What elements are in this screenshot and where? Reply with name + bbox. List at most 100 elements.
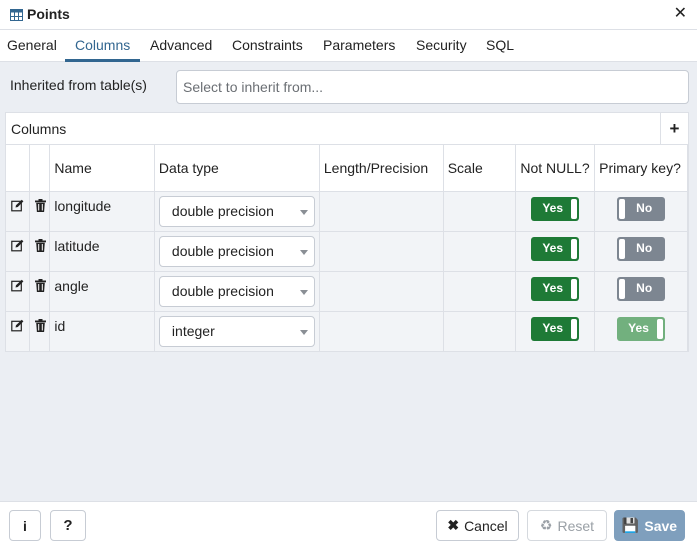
length-precision-cell[interactable]: [319, 191, 444, 232]
delete-cell: [29, 271, 51, 312]
table-row: angle double precision Yes No: [6, 271, 688, 312]
edit-icon[interactable]: [11, 239, 24, 252]
chevron-down-icon: [299, 329, 308, 335]
tab-security[interactable]: Security: [416, 37, 467, 53]
tab-constraints[interactable]: Constraints: [232, 37, 303, 53]
edit-cell: [6, 271, 31, 312]
tab-general[interactable]: General: [7, 37, 57, 53]
data-type-cell: double precision: [154, 231, 320, 272]
not-null-toggle[interactable]: Yes: [531, 236, 580, 261]
header-length-precision: Length/Precision: [319, 145, 444, 192]
delete-cell: [29, 231, 51, 272]
help-icon: ?: [63, 517, 73, 534]
tab-bar: General Columns Advanced Constraints Par…: [0, 30, 697, 62]
table-icon: [10, 9, 23, 21]
info-button[interactable]: i: [9, 510, 41, 541]
not-null-toggle-label: Yes: [542, 320, 564, 335]
reset-button-label: Reset: [557, 517, 595, 534]
primary-key-cell: No: [594, 191, 688, 232]
chevron-down-icon: [299, 249, 308, 255]
not-null-cell: Yes: [515, 271, 596, 312]
trash-icon[interactable]: [35, 318, 47, 332]
tab-columns[interactable]: Columns: [75, 37, 130, 53]
data-type-cell: double precision: [154, 271, 320, 312]
data-type-cell: double precision: [154, 191, 320, 232]
not-null-toggle-label: Yes: [542, 240, 564, 255]
toggle-knob: [571, 278, 578, 299]
scale-cell[interactable]: [443, 231, 517, 272]
edit-cell: [6, 231, 31, 272]
header-data-type: Data type: [154, 145, 320, 192]
header-not-null: Not NULL?: [515, 145, 596, 192]
primary-key-cell: No: [594, 271, 688, 312]
trash-icon[interactable]: [35, 238, 47, 252]
primary-key-toggle[interactable]: No: [617, 236, 666, 261]
data-type-select[interactable]: double precision: [158, 275, 315, 307]
edit-icon[interactable]: [11, 279, 24, 292]
toggle-knob: [619, 238, 626, 259]
delete-cell: [29, 311, 51, 352]
column-name-cell[interactable]: angle: [49, 271, 155, 312]
header-delete: [29, 145, 51, 192]
toggle-knob: [571, 198, 578, 219]
trash-icon[interactable]: [35, 278, 47, 292]
dialog-content: Inherited from table(s) Columns + Name D…: [0, 62, 697, 501]
primary-key-toggle-label: Yes: [628, 320, 649, 335]
table-row: id integer Yes Yes: [6, 311, 688, 352]
primary-key-toggle-label: No: [636, 200, 653, 215]
edit-cell: [6, 191, 31, 232]
columns-grid-title: Columns: [11, 121, 67, 137]
data-type-value: double precision: [171, 242, 274, 259]
toggle-knob: [571, 318, 578, 339]
toggle-knob: [571, 238, 578, 259]
cancel-button[interactable]: ✖ Cancel: [436, 510, 519, 541]
add-row-button[interactable]: +: [660, 113, 688, 144]
header-scale: Scale: [443, 145, 517, 192]
inherit-select-input[interactable]: [176, 70, 689, 104]
save-button[interactable]: 💾 Save: [614, 510, 685, 541]
info-icon: i: [23, 517, 27, 534]
header-name: Name: [49, 145, 155, 192]
data-type-select[interactable]: integer: [158, 315, 315, 347]
primary-key-toggle[interactable]: No: [617, 276, 666, 301]
cancel-button-label: Cancel: [464, 517, 508, 534]
data-type-value: double precision: [171, 202, 274, 219]
trash-icon[interactable]: [35, 198, 47, 212]
primary-key-toggle[interactable]: Yes: [617, 316, 666, 341]
help-button[interactable]: ?: [50, 510, 86, 541]
tab-parameters[interactable]: Parameters: [323, 37, 395, 53]
edit-icon[interactable]: [11, 319, 24, 332]
recycle-icon: ♻: [539, 517, 553, 533]
edit-icon[interactable]: [11, 199, 24, 212]
length-precision-cell[interactable]: [319, 231, 444, 272]
column-name-cell[interactable]: longitude: [49, 191, 155, 232]
reset-button[interactable]: ♻ Reset: [527, 510, 607, 541]
primary-key-toggle[interactable]: No: [617, 196, 666, 221]
columns-grid: Columns + Name Data type Length/Precisio…: [5, 112, 689, 352]
length-precision-cell[interactable]: [319, 271, 444, 312]
dialog-footer: i ? ✖ Cancel ♻ Reset 💾 Save: [0, 501, 697, 546]
not-null-cell: Yes: [515, 191, 596, 232]
not-null-toggle-label: Yes: [542, 280, 564, 295]
data-type-select[interactable]: double precision: [158, 195, 315, 227]
column-name-cell[interactable]: latitude: [49, 231, 155, 272]
not-null-toggle[interactable]: Yes: [531, 316, 580, 341]
scale-cell[interactable]: [443, 271, 517, 312]
scale-cell[interactable]: [443, 311, 517, 352]
length-precision-cell[interactable]: [319, 311, 444, 352]
toggle-knob: [619, 278, 626, 299]
not-null-cell: Yes: [515, 231, 596, 272]
column-name-cell[interactable]: id: [49, 311, 155, 352]
not-null-toggle[interactable]: Yes: [531, 276, 580, 301]
inherit-label: Inherited from table(s): [10, 77, 147, 93]
data-type-select[interactable]: double precision: [158, 235, 315, 267]
header-edit: [6, 145, 31, 192]
tab-sql[interactable]: SQL: [486, 37, 514, 53]
close-icon: ✖: [447, 517, 460, 533]
tab-advanced[interactable]: Advanced: [150, 37, 212, 53]
not-null-toggle[interactable]: Yes: [531, 196, 580, 221]
close-icon[interactable]: ✕: [674, 4, 687, 24]
not-null-toggle-label: Yes: [542, 200, 564, 215]
data-type-value: double precision: [171, 282, 274, 299]
scale-cell[interactable]: [443, 191, 517, 232]
